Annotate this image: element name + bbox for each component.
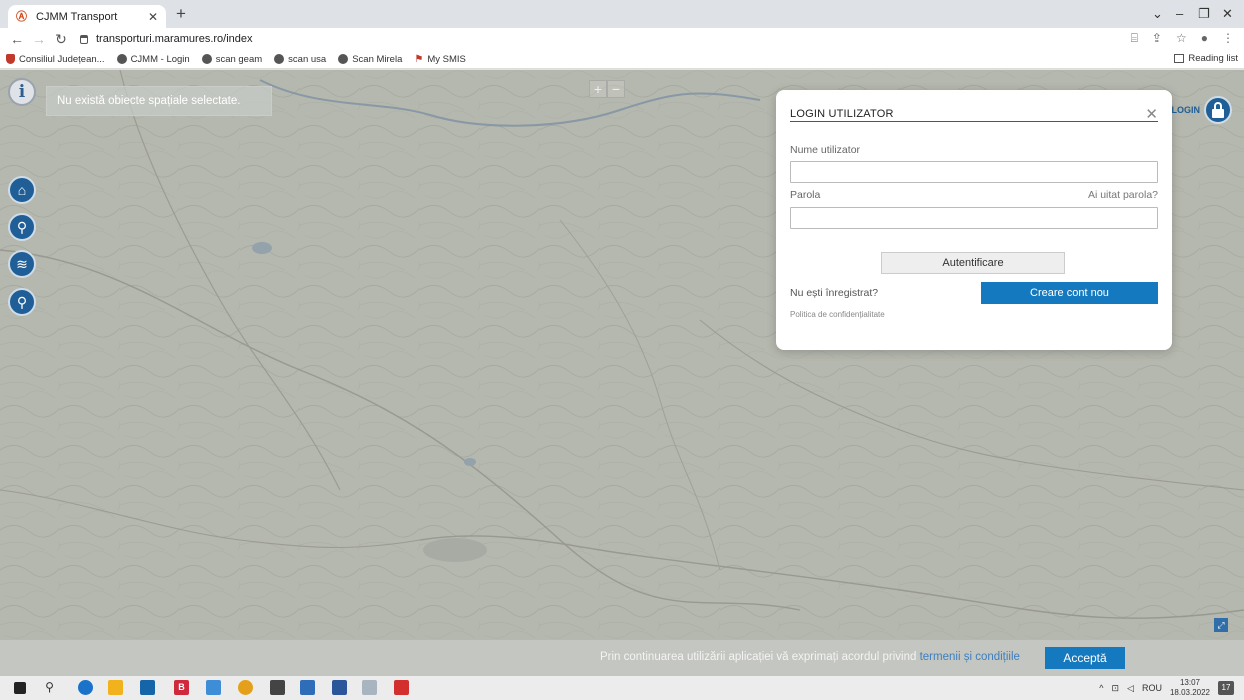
expand-icon[interactable]: ⤢ (1214, 618, 1228, 632)
bookmark-item[interactable]: Scan Mirela (338, 54, 402, 65)
url-text: transporturi.maramures.ro/index (96, 33, 253, 45)
reading-list-icon (1174, 54, 1185, 63)
bookmark-item[interactable]: Consiliul Județean... (6, 54, 105, 65)
not-registered-text: Nu ești înregistrat? (790, 287, 879, 299)
consent-message: Prin continuarea utilizării aplicației v… (600, 651, 1020, 663)
terms-link[interactable]: termenii și condițiile (920, 651, 1020, 663)
maximize-button[interactable]: ❐ (1198, 6, 1210, 22)
zoom-search-icon: ⚲ (16, 294, 28, 310)
privacy-policy-link[interactable]: Politica de confidențialitate (790, 310, 885, 319)
dialog-title: LOGIN UTILIZATOR (790, 108, 894, 120)
tab-title: CJMM Transport (36, 10, 118, 23)
edge-icon[interactable] (78, 680, 93, 695)
username-field[interactable] (790, 161, 1158, 183)
globe-icon (116, 54, 127, 64)
bookmark-item[interactable]: CJMM - Login (116, 54, 190, 65)
login-label: LOGIN (1171, 105, 1201, 115)
language-indicator[interactable]: ROU (1142, 683, 1162, 693)
browser-menu-icon[interactable]: ⋮ (1222, 31, 1234, 46)
browser-toolbar: ← → ↻ transporturi.maramures.ro/index ⌸ … (0, 28, 1244, 50)
new-tab-button[interactable]: + (176, 5, 186, 23)
search-icon: ⚲ (16, 219, 28, 235)
start-icon[interactable] (14, 682, 26, 694)
network-icon[interactable]: ⊡ (1111, 683, 1119, 694)
password-field[interactable] (790, 207, 1158, 229)
title-divider (790, 121, 1158, 122)
winrar-icon[interactable] (270, 680, 285, 695)
county-crest-icon (6, 54, 15, 64)
profile-avatar-icon[interactable]: ● (1201, 31, 1208, 46)
bookmark-item[interactable]: ⚑ My SMIS (414, 54, 466, 65)
search-button[interactable]: ⚲ (8, 213, 36, 241)
outlook-icon[interactable] (300, 680, 315, 695)
password-label: Parola (790, 189, 821, 201)
zoom-controls: + − (589, 80, 625, 98)
forward-button[interactable]: → (28, 31, 50, 47)
layers-icon: ≋ (16, 256, 28, 272)
os-taskbar: ⚲ B ^ ⊡ ◁ ROU 13:07 18.03.2022 17 (0, 676, 1244, 700)
globe-icon (201, 54, 212, 64)
translate-icon[interactable]: ⌸ (1131, 31, 1138, 46)
mail-icon[interactable] (206, 680, 221, 695)
acrobat-icon[interactable] (394, 680, 409, 695)
back-button[interactable]: ← (6, 31, 28, 47)
close-window-button[interactable]: ✕ (1222, 6, 1233, 22)
chevron-up-icon[interactable]: ^ (1099, 683, 1103, 693)
tab-search-icon[interactable]: ⌄ (1152, 6, 1163, 22)
globe-icon (338, 54, 349, 64)
bookmarks-bar: Consiliul Județean... CJMM - Login scan … (0, 50, 1244, 69)
consent-bar: Prin continuarea utilizării aplicației v… (0, 640, 1244, 676)
login-corner[interactable]: LOGIN (1171, 96, 1232, 124)
home-icon: ⌂ (17, 182, 27, 198)
globe-icon (274, 54, 285, 64)
username-label: Nume utilizator (790, 144, 861, 156)
system-tray: ^ ⊡ ◁ ROU 13:07 18.03.2022 17 (1099, 678, 1234, 698)
file-explorer-icon[interactable] (108, 680, 123, 695)
secure-lock-icon (80, 34, 88, 44)
login-button[interactable]: Autentificare (881, 252, 1065, 274)
smis-icon: ⚑ (414, 53, 424, 65)
spatial-selection-box: Nu există obiecte spațiale selectate. (46, 86, 272, 116)
chrome-icon[interactable] (238, 680, 253, 695)
address-bar[interactable]: transporturi.maramures.ro/index (80, 29, 1100, 49)
home-button[interactable]: ⌂ (8, 176, 36, 204)
minimize-button[interactable]: – (1176, 6, 1183, 21)
browser-tab[interactable]: Ⓐ CJMM Transport ✕ (8, 5, 166, 28)
share-icon[interactable]: ⇪ (1152, 31, 1162, 46)
notification-badge[interactable]: 17 (1218, 681, 1234, 695)
search-icon[interactable]: ⚲ (42, 680, 57, 695)
store-icon[interactable] (140, 680, 155, 695)
volume-icon[interactable]: ◁ (1127, 683, 1134, 694)
accept-button[interactable]: Acceptă (1045, 647, 1125, 669)
zoom-in-button[interactable]: + (589, 80, 607, 98)
bookmark-star-icon[interactable]: ☆ (1176, 31, 1187, 46)
reading-list-button[interactable]: Reading list (1174, 53, 1238, 64)
site-favicon-icon: Ⓐ (16, 10, 27, 23)
toolbar-actions: ⌸ ⇪ ☆ ● ⋮ (1131, 31, 1234, 46)
lock-icon[interactable] (1204, 96, 1232, 124)
b-app-icon[interactable]: B (174, 680, 189, 695)
zoom-out-button[interactable]: − (607, 80, 625, 98)
bookmark-item[interactable]: scan usa (274, 54, 326, 65)
paint-icon[interactable] (362, 680, 377, 695)
reload-button[interactable]: ↻ (50, 31, 72, 48)
zoom-search-button[interactable]: ⚲ (8, 288, 36, 316)
forgot-password-link[interactable]: Ai uitat parola? (1088, 189, 1158, 201)
clock[interactable]: 13:07 18.03.2022 (1170, 678, 1210, 698)
create-account-button[interactable]: Creare cont nou (981, 282, 1158, 304)
layers-button[interactable]: ≋ (8, 250, 36, 278)
tab-close-icon[interactable]: ✕ (148, 10, 158, 24)
bookmark-item[interactable]: scan geam (201, 54, 262, 65)
word-icon[interactable] (332, 680, 347, 695)
login-dialog: LOGIN UTILIZATOR ✕ Nume utilizator Parol… (776, 90, 1172, 350)
browser-tabstrip: Ⓐ CJMM Transport ✕ + ⌄ – ❐ ✕ (0, 0, 1244, 28)
info-button[interactable]: i (8, 78, 36, 106)
